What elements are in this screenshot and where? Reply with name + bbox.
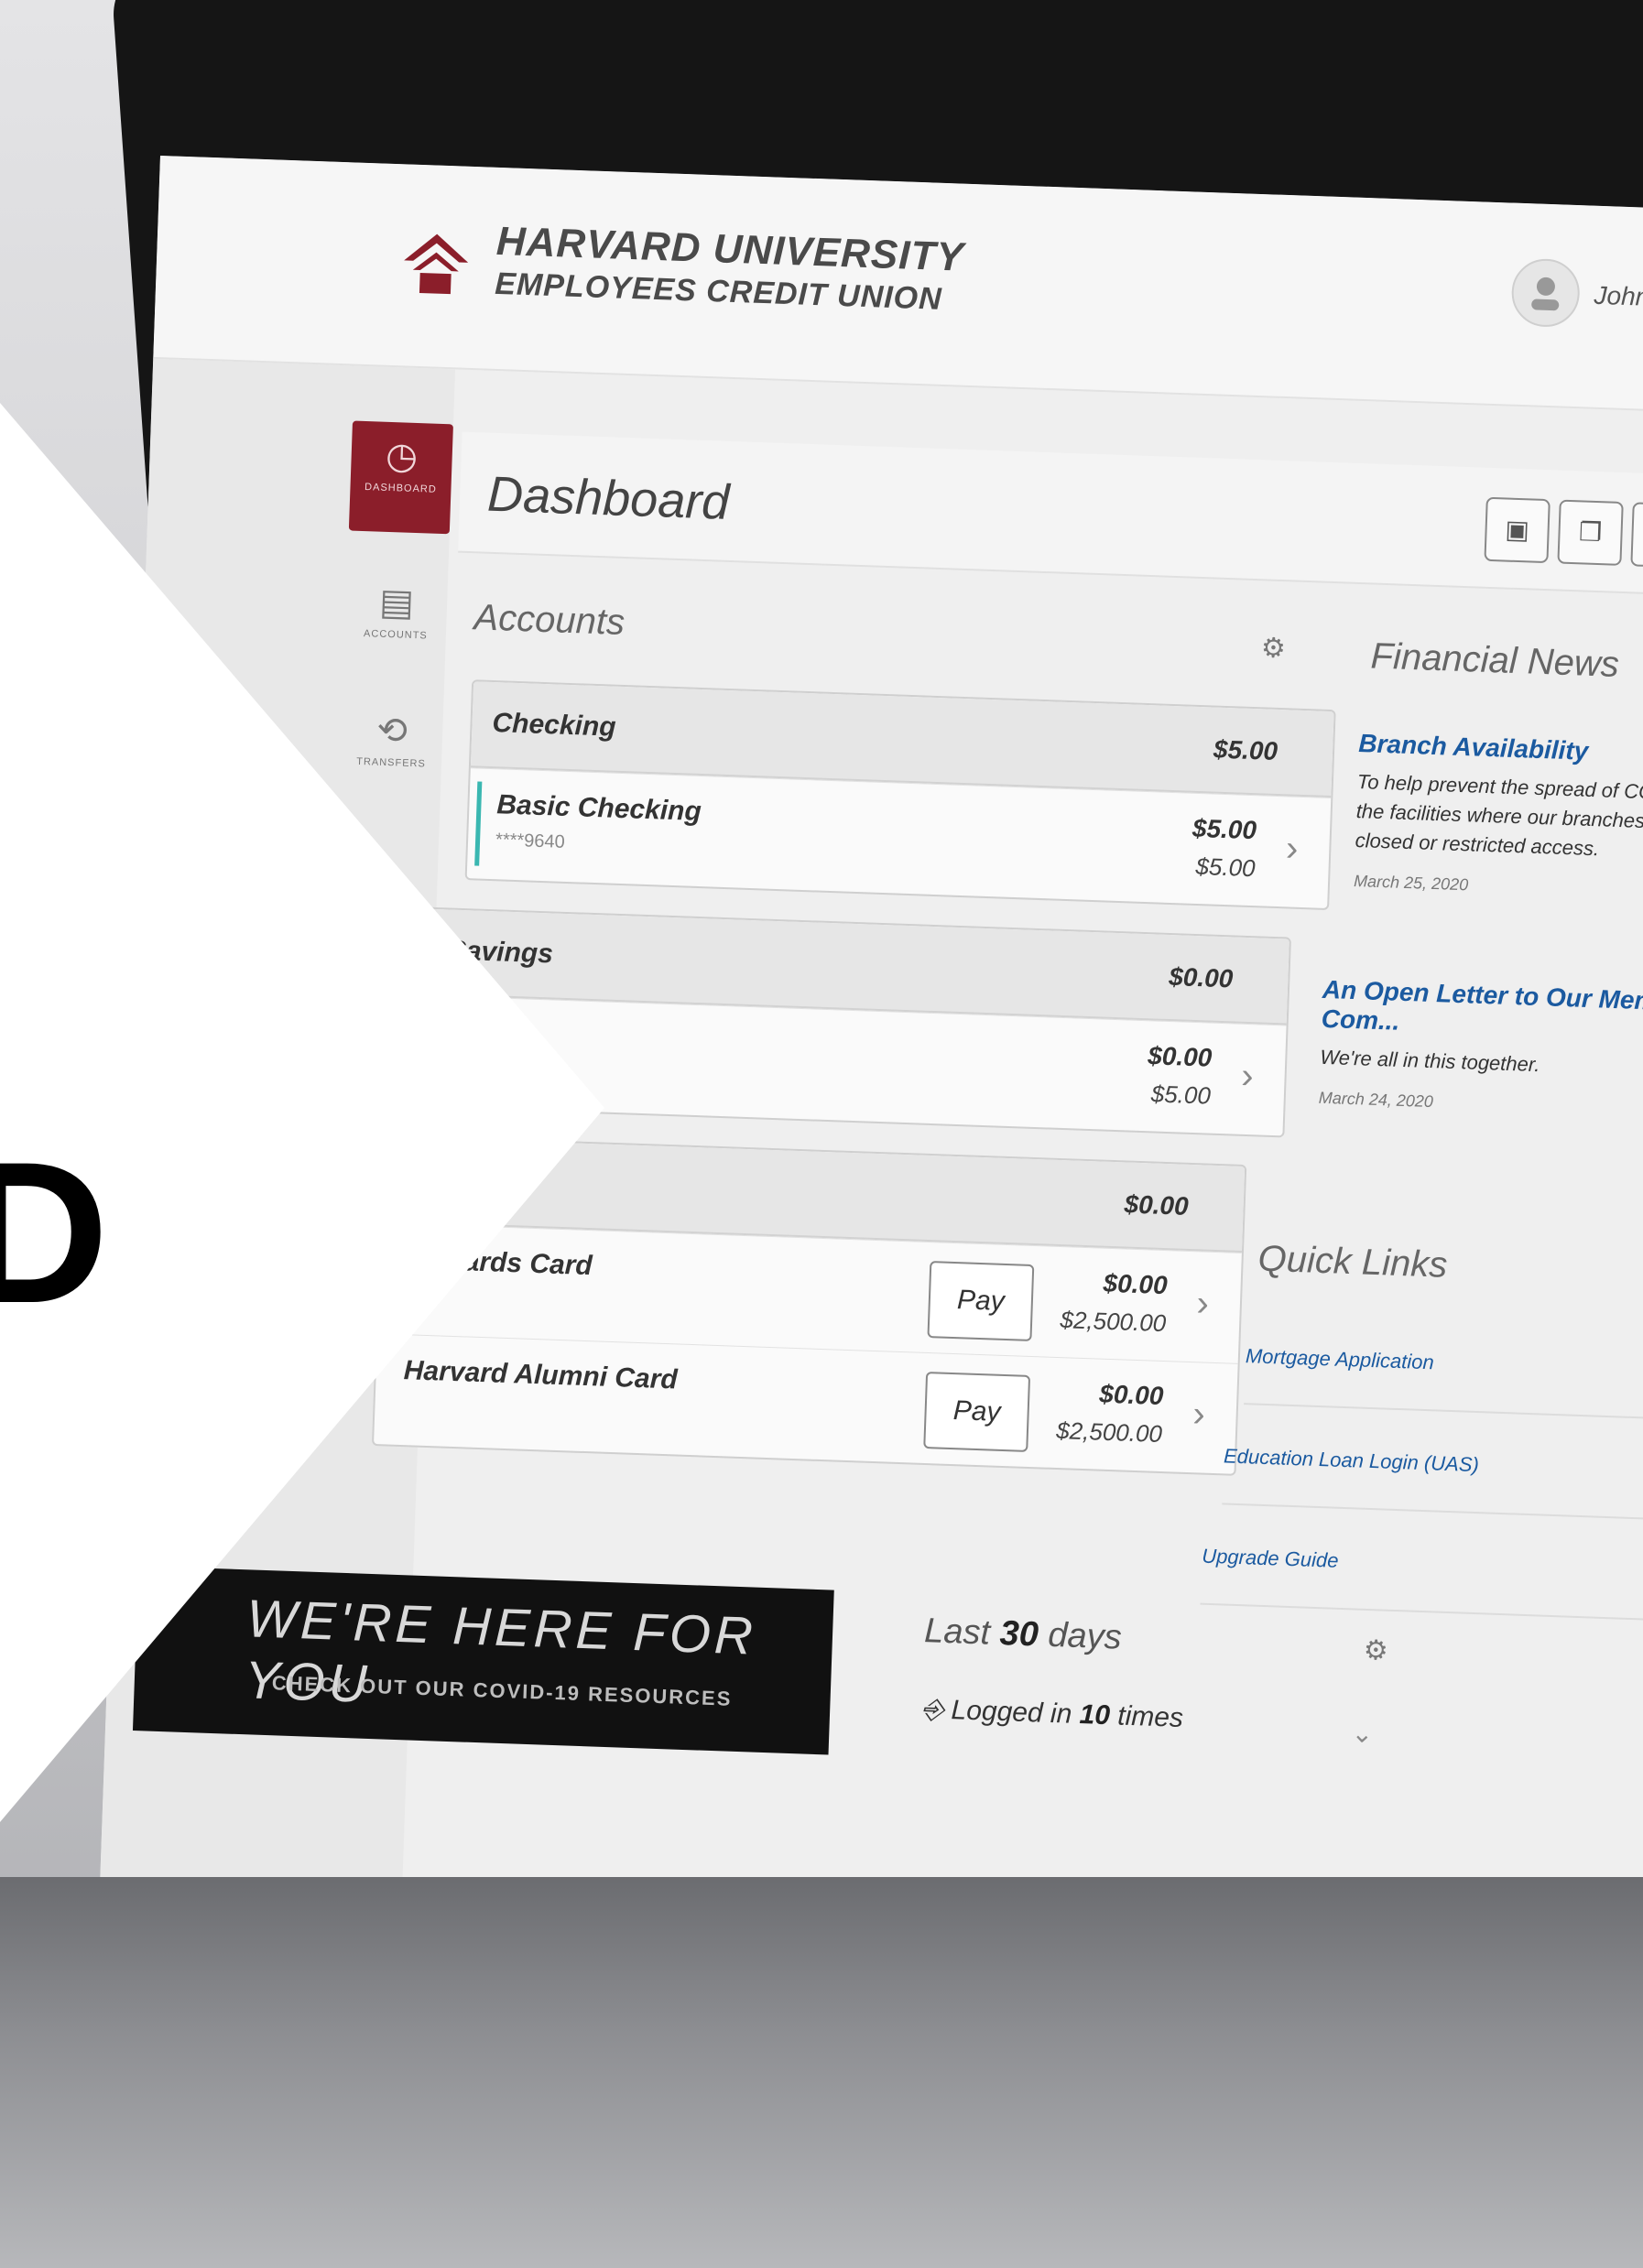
quick-link-upgrade-guide[interactable]: Upgrade Guide ⧉ — [1200, 1511, 1643, 1622]
document-button[interactable]: ▣ — [1484, 496, 1551, 564]
account-balance: $5.00 — [1191, 813, 1257, 845]
news-title: Financial News — [1369, 635, 1620, 685]
chevron-right-icon[interactable]: › — [1241, 1056, 1255, 1097]
logged-suffix: times — [1109, 1700, 1184, 1734]
news-item-date: March 24, 2020 — [1318, 1088, 1434, 1112]
covid-promo-banner[interactable]: WE'RE HERE FOR YOU CHECK OUT OUR COVID-1… — [132, 1566, 834, 1755]
logged-prefix: Logged in — [951, 1695, 1081, 1731]
sidebar-item-label: DASHBOARD — [364, 482, 438, 495]
news-item[interactable]: Branch Availability To help prevent the … — [1354, 729, 1643, 907]
news-item-body: To help prevent the spread of COVID-19, … — [1355, 770, 1643, 861]
logged-count: 10 — [1079, 1699, 1111, 1731]
account-number: ****9640 — [495, 830, 566, 852]
account-group-checking: Checking $5.00 Basic Checking ****9640 $… — [464, 679, 1336, 911]
sidebar-item-label: TRANSFERS — [356, 755, 427, 770]
account-name: Harvard Alumni Card — [403, 1355, 679, 1395]
pay-button[interactable]: Pay — [923, 1371, 1031, 1452]
chevron-right-icon[interactable]: › — [1192, 1394, 1206, 1435]
account-balance: $0.00 — [1103, 1268, 1169, 1300]
news-item-body: We're all in this together. — [1319, 1045, 1540, 1077]
account-group-cards: $0.00 Rewards Card Pay $0.00 $2,500.00 ›… — [371, 1134, 1247, 1476]
group-total: $0.00 — [1168, 961, 1234, 993]
news-item-title[interactable]: Branch Availability — [1358, 729, 1643, 775]
last-30-days-title: Last 30 days — [924, 1611, 1401, 1667]
pay-button[interactable]: Pay — [927, 1261, 1035, 1341]
help-button[interactable]: ? — [1630, 502, 1643, 569]
login-icon: ⎆ — [920, 1694, 952, 1726]
account-group-savings: Savings $0.00 $0.00 $5.00 › — [419, 906, 1291, 1138]
last-30-prefix: Last — [923, 1611, 1001, 1653]
quick-link-label[interactable]: Upgrade Guide — [1202, 1545, 1339, 1573]
quick-link-label[interactable]: Mortgage Application — [1246, 1344, 1435, 1374]
quick-links-title: Quick Links — [1257, 1238, 1449, 1286]
account-name: Basic Checking — [495, 789, 702, 828]
sidebar-item-transfers[interactable]: ⟲ TRANSFERS — [339, 695, 443, 808]
accounts-settings-gear-icon[interactable]: ⚙ — [1260, 632, 1286, 665]
document-icon: ▣ — [1504, 515, 1530, 545]
group-total: $0.00 — [1124, 1189, 1190, 1221]
account-balance: $0.00 — [1147, 1041, 1213, 1072]
logo-icon — [404, 233, 469, 295]
account-available: $5.00 — [1150, 1080, 1212, 1110]
last-30-suffix: days — [1038, 1615, 1123, 1657]
sidebar-item-dashboard[interactable]: ◷ DASHBOARD — [348, 420, 453, 535]
last-30-days-widget: Last 30 days ⚙ ⎆ Logged in 10 times ⌄ — [921, 1611, 1401, 1748]
dashboard-icon: ◷ — [385, 435, 419, 477]
laptop-photo-scene: HARVARD UNIVERSITY EMPLOYEES CREDIT UNIO… — [0, 0, 1643, 2268]
account-available: $5.00 — [1195, 852, 1257, 883]
laptop-screen: HARVARD UNIVERSITY EMPLOYEES CREDIT UNIO… — [96, 156, 1643, 2025]
accounts-title: Accounts — [473, 597, 626, 643]
sidebar-item-accounts[interactable]: ▤ ACCOUNTS — [343, 567, 448, 680]
account-available: $2,500.00 — [1055, 1416, 1163, 1449]
quick-link-education-loan[interactable]: Education Loan Login (UAS) ⧉ — [1222, 1411, 1643, 1522]
dashboard-header: Dashboard ▣ ❐ ? — [458, 431, 1643, 600]
quick-link-mortgage[interactable]: Mortgage Application ⧉ — [1244, 1311, 1643, 1422]
group-name: Savings — [447, 935, 554, 970]
account-name: Rewards Card — [407, 1244, 593, 1282]
chevron-right-icon[interactable]: › — [1196, 1283, 1210, 1324]
news-item[interactable]: An Open Letter to Our Members and Com...… — [1318, 975, 1643, 1124]
chevron-right-icon[interactable]: › — [1285, 828, 1299, 869]
group-total: $5.00 — [1213, 734, 1278, 765]
account-color-bar — [474, 781, 483, 866]
account-balance: $0.00 — [1098, 1379, 1164, 1411]
page-title: Dashboard — [486, 466, 731, 530]
copy-button[interactable]: ❐ — [1557, 499, 1624, 566]
chevron-down-icon[interactable]: ⌄ — [1351, 1718, 1374, 1749]
quick-link-label[interactable]: Education Loan Login (UAS) — [1224, 1444, 1480, 1477]
account-available: $2,500.00 — [1060, 1306, 1167, 1338]
logged-in-stat[interactable]: ⎆ Logged in 10 times — [921, 1694, 1184, 1734]
laptop-keyboard — [0, 1877, 1643, 2268]
news-item-title[interactable]: An Open Letter to Our Members and Com... — [1321, 975, 1643, 1050]
overlay-letter: D — [0, 1120, 109, 1345]
document-icon: ▤ — [378, 581, 415, 624]
promo-headline: WE'RE HERE FOR YOU — [243, 1589, 757, 1715]
news-item-date: March 25, 2020 — [1353, 871, 1469, 895]
sidebar-item-label: ACCOUNTS — [363, 628, 428, 642]
last-30-days-count: 30 — [998, 1613, 1039, 1655]
last-30-settings-gear-icon[interactable]: ⚙ — [1363, 1634, 1388, 1667]
copy-icon: ❐ — [1578, 517, 1603, 548]
transfer-icon: ⟲ — [375, 710, 408, 752]
group-name: Checking — [492, 708, 617, 743]
user-name[interactable]: John — [1594, 281, 1643, 312]
user-avatar-icon[interactable] — [1510, 257, 1581, 329]
